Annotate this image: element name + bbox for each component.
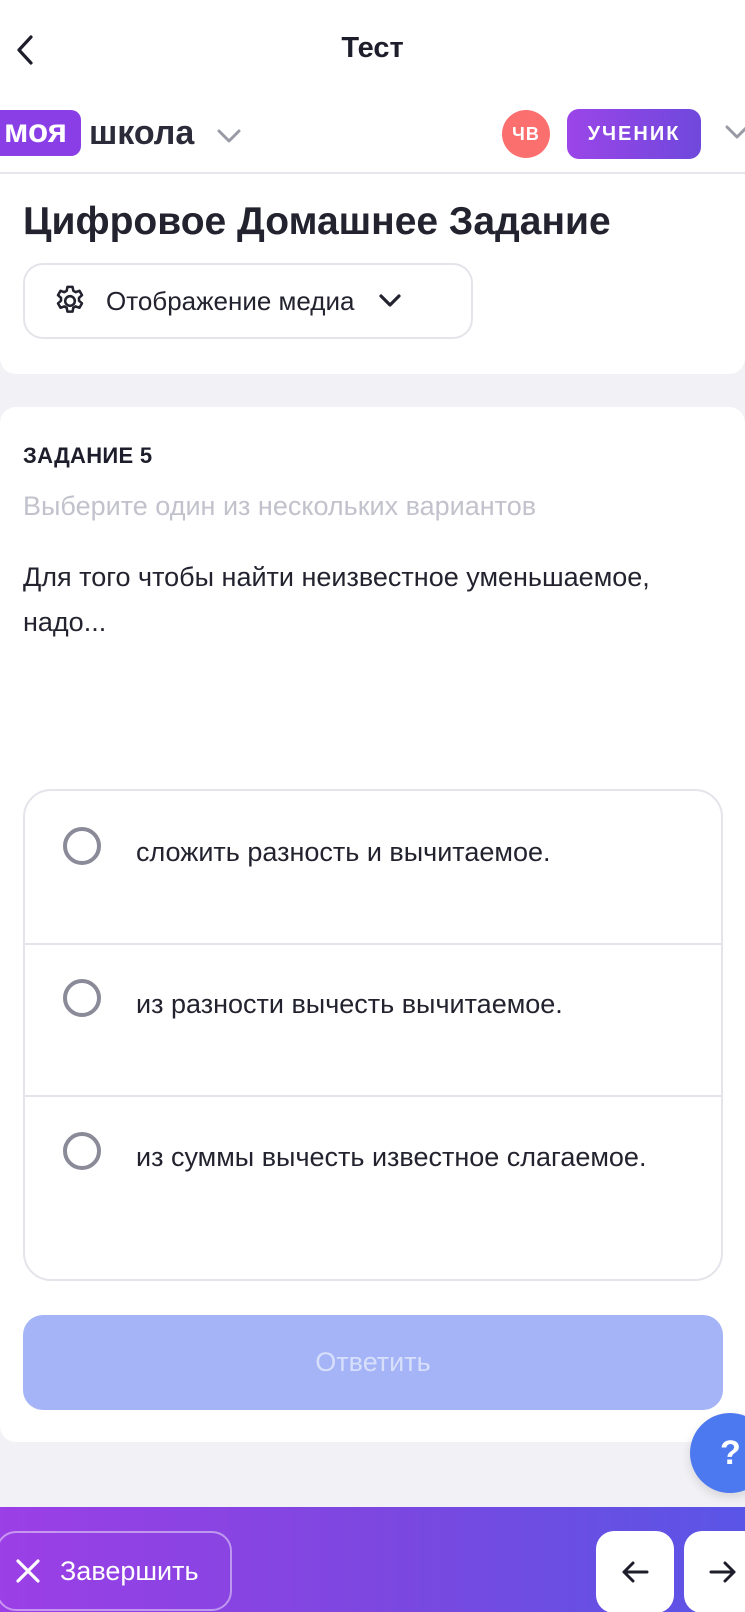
radio-button[interactable] bbox=[63, 1132, 101, 1170]
homework-header: Цифровое Домашнее Задание Отображение ме… bbox=[0, 174, 745, 374]
close-icon bbox=[16, 1559, 40, 1583]
next-task-button[interactable] bbox=[684, 1531, 745, 1612]
media-display-dropdown[interactable]: Отображение медиа bbox=[23, 263, 473, 339]
bottom-bar: Завершить bbox=[0, 1507, 745, 1612]
page: Тест моя школа ЧВ УЧЕНИК Цифровое Домашн… bbox=[0, 0, 745, 1612]
chevron-down-icon bbox=[379, 294, 402, 307]
answer-options: сложить разность и вычитаемое. из разнос… bbox=[23, 789, 723, 1281]
brand-row: моя школа ЧВ УЧЕНИК bbox=[0, 100, 745, 174]
task-hint: Выберите один из нескольких вариантов bbox=[23, 491, 537, 521]
brand-logo-box: моя bbox=[0, 110, 81, 156]
brand-logo-text: школа bbox=[88, 114, 195, 152]
top-bar: Тест bbox=[0, 0, 745, 100]
answer-option-text: сложить разность и вычитаемое. bbox=[136, 837, 551, 867]
gear-icon bbox=[56, 285, 84, 313]
avatar[interactable]: ЧВ bbox=[502, 110, 550, 158]
school-selector[interactable]: моя школа bbox=[0, 110, 242, 156]
answer-option-text: из разности вычесть вычитаемое. bbox=[136, 989, 563, 1019]
radio-button[interactable] bbox=[63, 827, 101, 865]
task-card: ЗАДАНИЕ 5 Выберите один из нескольких ва… bbox=[0, 407, 745, 1442]
homework-title: Цифровое Домашнее Задание bbox=[23, 200, 611, 243]
media-display-label: Отображение медиа bbox=[106, 285, 355, 316]
finish-button[interactable]: Завершить bbox=[0, 1531, 232, 1611]
answer-option[interactable]: из разности вычесть вычитаемое. bbox=[25, 943, 721, 1097]
answer-button[interactable]: Ответить bbox=[23, 1315, 723, 1410]
chevron-down-icon[interactable] bbox=[724, 124, 745, 140]
task-number: ЗАДАНИЕ 5 bbox=[23, 443, 153, 468]
previous-task-button[interactable] bbox=[596, 1531, 674, 1612]
page-title: Тест bbox=[341, 32, 404, 64]
answer-option[interactable]: сложить разность и вычитаемое. bbox=[25, 791, 721, 945]
chevron-down-icon bbox=[217, 129, 241, 143]
radio-button[interactable] bbox=[63, 979, 101, 1017]
finish-label: Завершить bbox=[60, 1555, 199, 1586]
answer-option[interactable]: из суммы вычесть известное слагаемое. bbox=[25, 1096, 721, 1279]
role-badge[interactable]: УЧЕНИК bbox=[567, 109, 701, 159]
arrow-right-icon bbox=[709, 1561, 736, 1583]
answer-option-text: из суммы вычесть известное слагаемое. bbox=[136, 1142, 647, 1172]
arrow-left-icon bbox=[622, 1561, 649, 1583]
task-question: Для того чтобы найти неизвестное уменьша… bbox=[23, 562, 650, 637]
